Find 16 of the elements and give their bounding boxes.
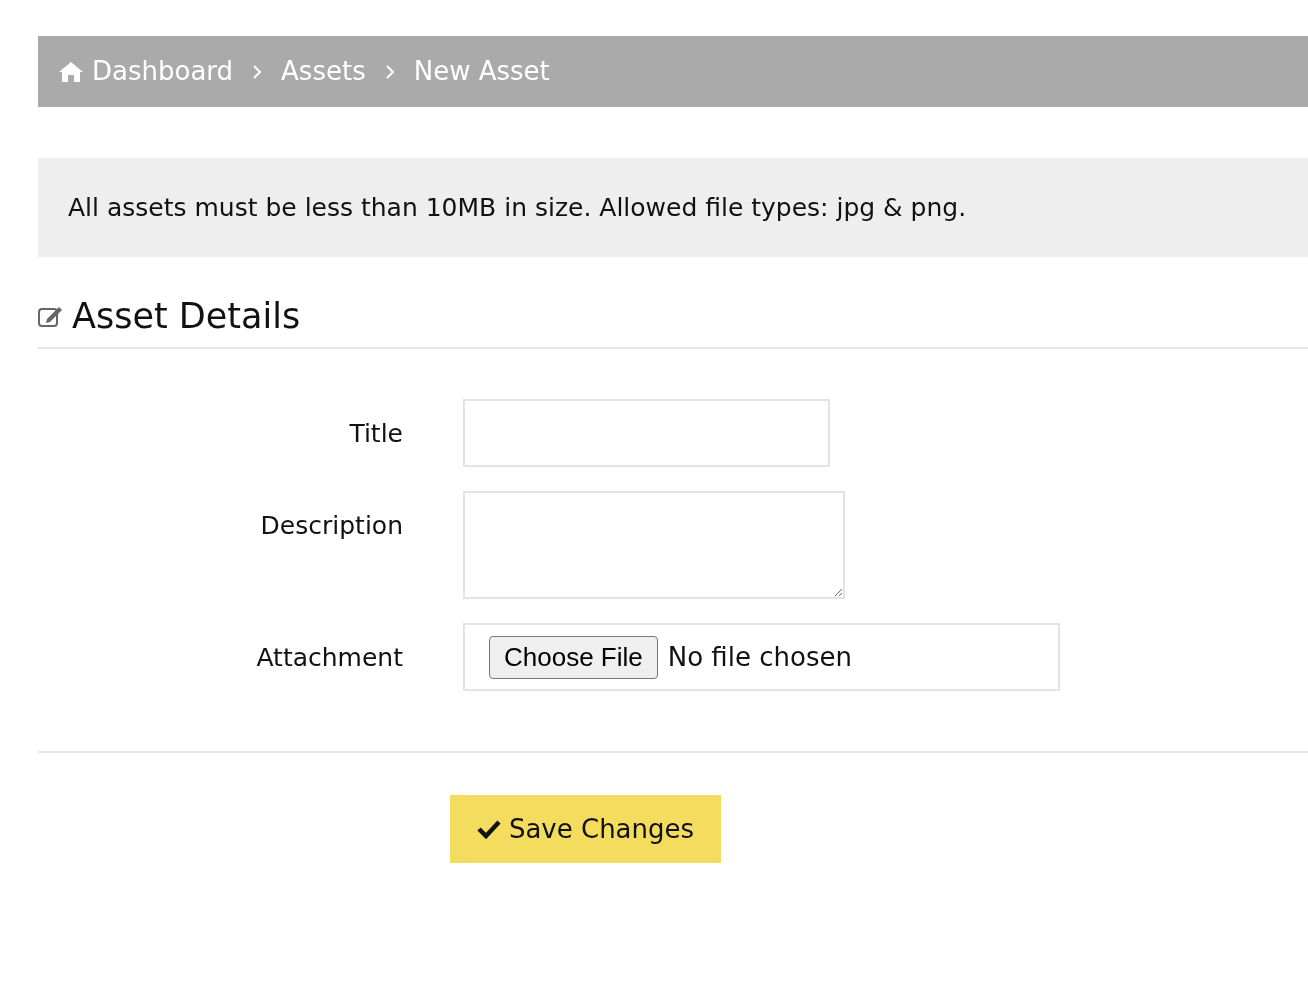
file-input[interactable]: Choose File No file chosen [463, 623, 1060, 691]
title-input[interactable] [463, 399, 830, 467]
choose-file-button[interactable]: Choose File [489, 635, 658, 679]
info-message: All assets must be less than 10MB in size. Allowed file types: jpg & png. [38, 158, 1308, 257]
edit-icon [38, 304, 64, 328]
chevron-icon [383, 63, 396, 80]
field-label: Title [348, 418, 403, 450]
check-icon [476, 819, 501, 839]
section-title: Asset Details [72, 295, 301, 337]
field-label: Description [259, 510, 403, 542]
field-label: Attachment [255, 642, 403, 674]
chevron-icon [251, 63, 264, 80]
description-textarea[interactable] [463, 491, 845, 599]
home-icon [58, 60, 84, 83]
save-button[interactable]: Save Changes [450, 795, 721, 863]
file-status: No file chosen [667, 640, 852, 674]
